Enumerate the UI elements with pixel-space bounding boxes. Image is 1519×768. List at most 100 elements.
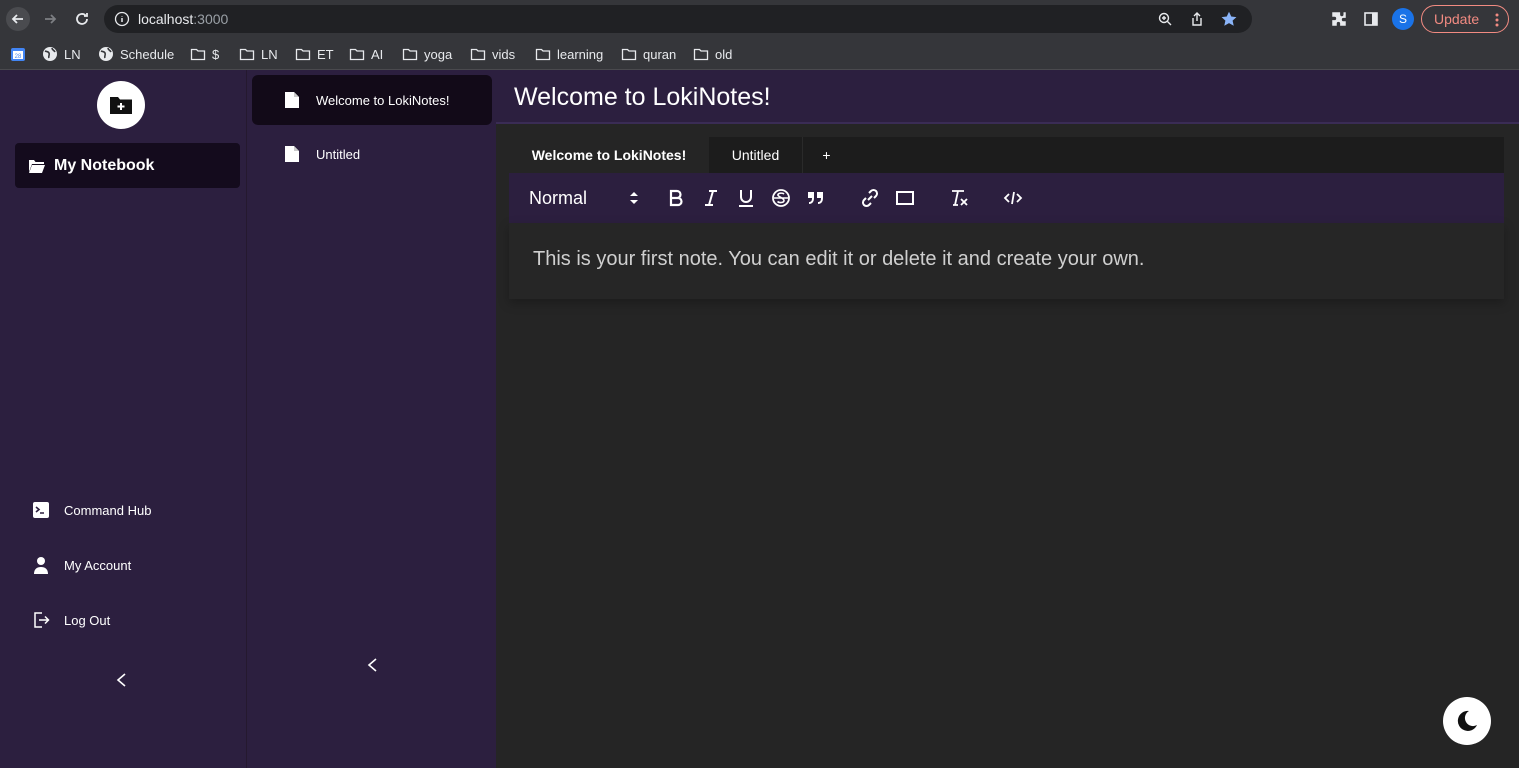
bookmark-label: AI [371, 46, 384, 62]
italic-button[interactable] [700, 187, 722, 209]
folder-open-icon [29, 159, 45, 173]
bookmark-quran[interactable]: quran [621, 44, 676, 64]
calendar-icon: 28 [11, 48, 25, 61]
lokinotes-app: My Notebook Command Hub My Account Log O… [0, 70, 1519, 768]
note-item-untitled[interactable]: Untitled [252, 129, 492, 179]
image-icon [896, 191, 914, 205]
address-bar[interactable]: localhost:3000 [104, 5, 1252, 33]
reload-icon [76, 13, 88, 25]
forward-button[interactable] [38, 7, 62, 31]
bookmark-label: $ [212, 46, 220, 62]
folder-icon [621, 48, 637, 61]
back-button[interactable] [6, 7, 30, 31]
tab-welcome[interactable]: Welcome to LokiNotes! [509, 137, 709, 173]
collapse-notelist-button[interactable] [364, 655, 380, 675]
format-select[interactable]: Normal [529, 187, 639, 209]
browser-toolbar: localhost:3000 S Update [0, 0, 1519, 38]
note-list: Welcome to LokiNotes! Untitled [246, 70, 496, 768]
notebook-sidebar: My Notebook Command Hub My Account Log O… [0, 70, 246, 768]
file-icon [285, 146, 299, 162]
extensions-icon[interactable] [1329, 9, 1349, 29]
clear-format-button[interactable] [948, 187, 970, 209]
more-vert-icon [1495, 13, 1499, 27]
update-label: Update [1434, 11, 1480, 27]
bookmark-learning[interactable]: learning [535, 44, 603, 64]
bookmark-ln-1[interactable]: LN [42, 44, 81, 64]
globe-icon [43, 47, 57, 61]
reload-button[interactable] [70, 7, 94, 31]
quote-button[interactable] [805, 187, 827, 209]
underline-icon [739, 190, 753, 207]
italic-icon [705, 190, 717, 206]
note-item-welcome[interactable]: Welcome to LokiNotes! [252, 75, 492, 125]
main-panel: Welcome to LokiNotes! Welcome to LokiNot… [496, 70, 1519, 768]
strikethrough-button[interactable] [770, 187, 792, 209]
chevron-left-icon [367, 658, 377, 672]
bookmark-old[interactable]: old [693, 44, 732, 64]
add-tab-button[interactable]: + [802, 137, 850, 173]
strike-icon [772, 189, 790, 207]
my-account-label: My Account [64, 557, 132, 573]
bold-icon [669, 189, 683, 207]
bookmark-label: vids [492, 46, 516, 62]
bookmark-label: quran [643, 46, 677, 62]
chevron-left-icon [116, 673, 126, 687]
code-button[interactable] [1002, 187, 1024, 209]
note-editor[interactable]: This is your first note. You can edit it… [509, 223, 1504, 299]
editor-toolbar: Normal [509, 173, 1504, 223]
image-button[interactable] [894, 187, 916, 209]
code-icon [1003, 191, 1023, 205]
zoom-icon[interactable] [1156, 9, 1174, 29]
underline-button[interactable] [735, 187, 757, 209]
link-button[interactable] [859, 187, 881, 209]
new-notebook-button[interactable] [97, 81, 145, 129]
main-header: Welcome to LokiNotes! [496, 70, 1519, 124]
terminal-icon [33, 502, 49, 518]
folder-icon [295, 48, 311, 61]
command-hub-link[interactable]: Command Hub [32, 499, 151, 521]
note-title: Welcome to LokiNotes! [316, 92, 450, 108]
folder-icon [535, 48, 551, 61]
bookmark-calendar[interactable]: 28 [10, 44, 26, 64]
link-icon [861, 188, 879, 208]
folder-icon [349, 48, 365, 61]
folder-icon [190, 48, 206, 61]
moon-icon [1457, 710, 1477, 731]
bookmark-et[interactable]: ET [295, 44, 334, 64]
bookmark-ln-2[interactable]: LN [239, 44, 278, 64]
profile-avatar[interactable]: S [1392, 8, 1414, 30]
update-button[interactable]: Update [1421, 5, 1509, 33]
bookmarks-bar: 28 LN Schedule $ LN ET AI yoga vids lear… [0, 38, 1519, 70]
log-out-link[interactable]: Log Out [32, 609, 110, 631]
info-icon[interactable] [114, 11, 130, 27]
globe-icon [99, 47, 113, 61]
bookmark-label: LN [64, 46, 81, 62]
bookmark-schedule[interactable]: Schedule [98, 44, 174, 64]
theme-toggle-button[interactable] [1443, 697, 1491, 745]
bold-button[interactable] [665, 187, 687, 209]
note-title: Untitled [316, 146, 361, 162]
folder-icon [402, 48, 418, 61]
folder-icon [470, 48, 486, 61]
notebook-item-my-notebook[interactable]: My Notebook [15, 143, 240, 188]
notebook-label: My Notebook [54, 156, 155, 174]
side-panel-icon[interactable] [1361, 9, 1381, 29]
bookmark-dollar[interactable]: $ [190, 44, 219, 64]
file-icon [285, 92, 299, 108]
bookmark-vids[interactable]: vids [470, 44, 515, 64]
collapse-sidebar-button[interactable] [113, 670, 129, 690]
quote-icon [808, 192, 823, 204]
bookmark-yoga[interactable]: yoga [402, 44, 452, 64]
tab-bar: Welcome to LokiNotes! Untitled + [509, 137, 1504, 173]
user-icon [34, 557, 48, 574]
star-icon[interactable] [1220, 9, 1238, 29]
my-account-link[interactable]: My Account [32, 554, 131, 576]
bookmark-label: yoga [424, 46, 453, 62]
tab-untitled[interactable]: Untitled [709, 137, 802, 173]
svg-text:28: 28 [15, 54, 22, 60]
share-icon[interactable] [1188, 9, 1206, 29]
editor-content[interactable]: This is your first note. You can edit it… [533, 248, 1144, 271]
log-out-label: Log Out [64, 612, 111, 628]
bookmark-ai[interactable]: AI [349, 44, 383, 64]
bookmark-label: old [715, 46, 733, 62]
